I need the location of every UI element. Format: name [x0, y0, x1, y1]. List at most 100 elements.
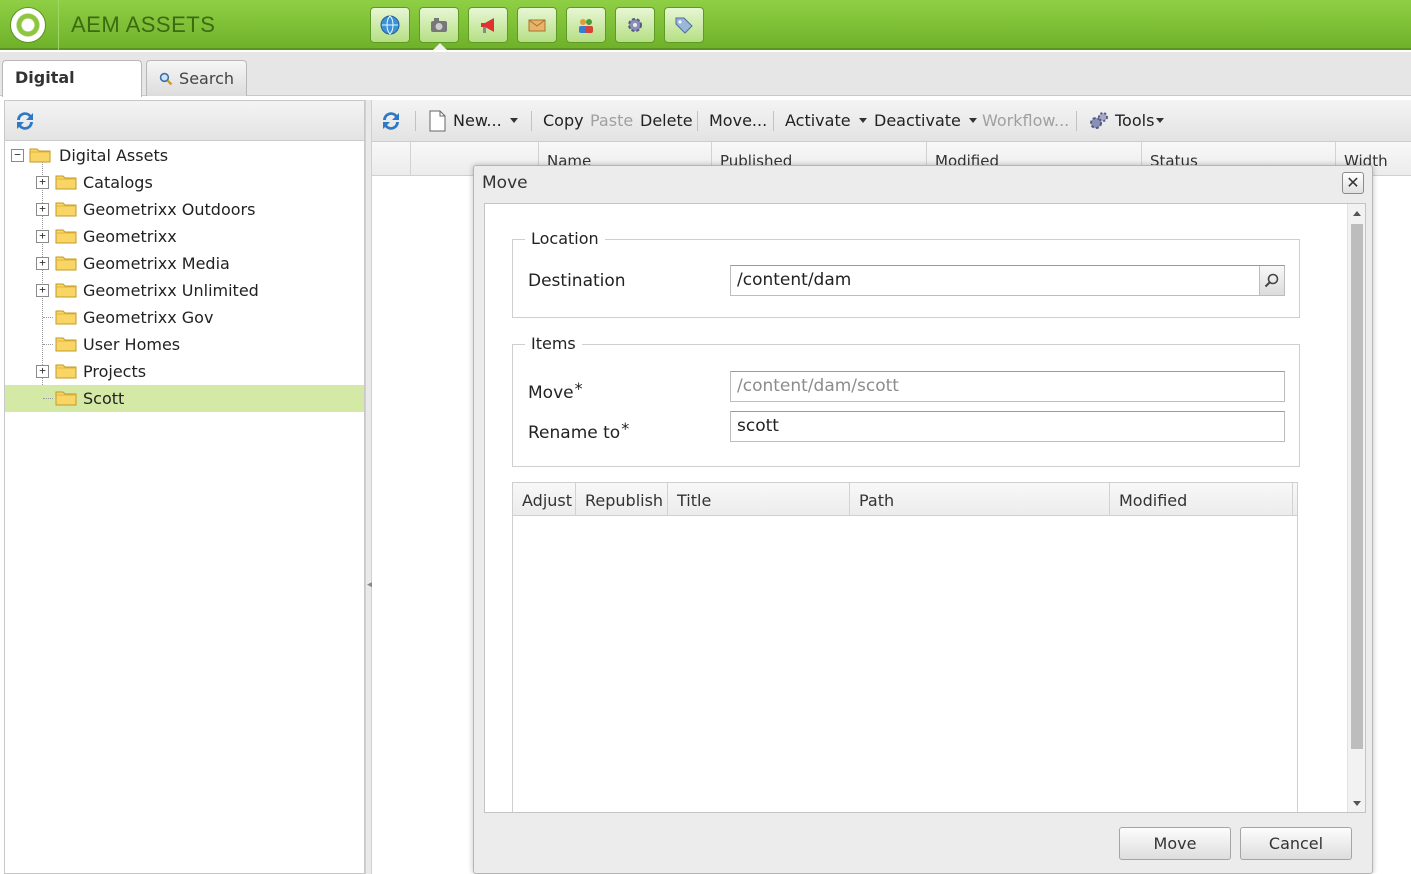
destination-browse-button[interactable]: [1259, 266, 1284, 295]
search-icon: [1264, 273, 1279, 287]
destination-value: /content/dam: [737, 270, 852, 290]
tree-item[interactable]: + Geometrixx Unlimited: [5, 277, 364, 304]
chevron-down-icon: [509, 118, 518, 123]
ref-col-republish[interactable]: Republish: [576, 483, 668, 515]
tab-search-label: Search: [179, 68, 234, 88]
tree-item-label: Geometrixx Gov: [83, 308, 214, 327]
tree-item[interactable]: Geometrixx Gov: [5, 304, 364, 331]
expand-icon[interactable]: +: [36, 284, 49, 297]
assets-nav-button[interactable]: [419, 7, 459, 50]
folder-tree-panel: − Digital Assets + Catalogs + Geometrixx Outd…: [4, 100, 365, 874]
rename-field[interactable]: scott: [730, 411, 1285, 442]
tab-digital-assets[interactable]: Digital Assets: [2, 60, 142, 121]
panel-splitter[interactable]: ◀: [365, 100, 374, 874]
delete-button[interactable]: Delete: [640, 111, 693, 130]
tag-nav-button[interactable]: [664, 7, 704, 43]
top-header-bar: AEM ASSETS: [0, 0, 1411, 50]
ref-col-adjust[interactable]: Adjust: [513, 483, 576, 515]
ref-col-path[interactable]: Path: [850, 483, 1110, 515]
folder-icon: [55, 391, 77, 406]
destination-label: Destination: [528, 271, 626, 291]
tree-item[interactable]: + Geometrixx Outdoors: [5, 196, 364, 223]
items-legend: Items: [525, 334, 582, 353]
tree-item-label: Geometrixx: [83, 227, 177, 246]
location-fieldset: Location Destination /content/dam: [512, 229, 1300, 318]
folder-icon: [55, 310, 77, 325]
move-button[interactable]: Move...: [709, 111, 767, 130]
users-nav-button[interactable]: [566, 7, 606, 43]
tree-item[interactable]: + Projects: [5, 358, 364, 385]
workflow-button[interactable]: Workflow...: [982, 111, 1069, 130]
tree-item[interactable]: User Homes: [5, 331, 364, 358]
items-fieldset: Items Move* /content/dam/scott Rename to…: [512, 334, 1300, 467]
dialog-body: Location Destination /content/dam Items …: [484, 203, 1366, 813]
move-label: Move*: [528, 379, 583, 403]
required-mark: *: [621, 419, 630, 438]
new-button-label: New...: [453, 111, 502, 130]
copy-button[interactable]: Copy: [543, 111, 584, 130]
inbox-nav-button[interactable]: [517, 7, 557, 43]
move-dialog: Move ✕ Location Destination /content/dam…: [473, 165, 1373, 874]
tree-item-label: Digital Assets: [59, 146, 169, 165]
tools-button[interactable]: Tools: [1115, 111, 1165, 130]
location-legend: Location: [525, 229, 605, 248]
required-mark: *: [574, 379, 583, 398]
new-button[interactable]: New...: [453, 111, 518, 130]
scrollbar-thumb[interactable]: [1351, 224, 1363, 749]
references-grid: Adjust Republish Title Path Modified: [512, 482, 1298, 812]
tree-item[interactable]: + Geometrixx Media: [5, 250, 364, 277]
tools-icon: [628, 18, 642, 32]
folder-icon: [55, 337, 77, 352]
move-confirm-button[interactable]: Move: [1119, 827, 1231, 860]
expand-icon[interactable]: +: [36, 257, 49, 270]
tree-item-label: User Homes: [83, 335, 181, 354]
dialog-scrollbar[interactable]: [1347, 204, 1365, 812]
deactivate-button-label: Deactivate: [874, 111, 961, 130]
tools-icon: [1090, 112, 1108, 129]
refresh-icon[interactable]: [13, 109, 37, 133]
users-icon: [579, 19, 593, 33]
expand-icon[interactable]: +: [36, 230, 49, 243]
assets-icon: [431, 18, 447, 32]
activate-button[interactable]: Activate: [785, 111, 867, 130]
nav-icon-bar: [370, 7, 704, 50]
expand-icon[interactable]: +: [36, 203, 49, 216]
paste-button[interactable]: Paste: [590, 111, 633, 130]
assets-toolbar: New... Copy Paste Delete Move... Activat…: [372, 100, 1411, 142]
collapse-icon[interactable]: −: [11, 149, 24, 162]
deactivate-button[interactable]: Deactivate: [874, 111, 977, 130]
tree-item-label: Geometrixx Unlimited: [83, 281, 259, 300]
globe-icon: [380, 15, 400, 35]
tab-search[interactable]: Search: [146, 60, 247, 96]
tree-item[interactable]: Scott: [5, 385, 364, 412]
destination-field[interactable]: /content/dam: [730, 265, 1285, 296]
close-icon[interactable]: ✕: [1342, 172, 1364, 194]
search-icon: [159, 72, 173, 85]
folder-icon: [29, 148, 51, 163]
tree-item-label: Geometrixx Media: [83, 254, 230, 273]
chevron-down-icon: [968, 118, 977, 123]
aem-logo[interactable]: [10, 7, 46, 43]
toolbar-separator: [773, 111, 774, 131]
scroll-up-icon[interactable]: [1353, 211, 1361, 216]
globe-nav-button[interactable]: [370, 7, 410, 43]
ref-col-title[interactable]: Title: [668, 483, 850, 515]
tree-item[interactable]: + Geometrixx: [5, 223, 364, 250]
expand-icon[interactable]: +: [36, 176, 49, 189]
tree-guide-line: [43, 317, 53, 318]
refresh-icon[interactable]: [379, 109, 403, 133]
references-grid-header: Adjust Republish Title Path Modified: [513, 483, 1297, 516]
ref-col-modified[interactable]: Modified: [1110, 483, 1293, 515]
folder-icon: [55, 229, 77, 244]
chevron-down-icon: [1156, 118, 1165, 123]
campaign-nav-button[interactable]: [468, 7, 508, 43]
cancel-button[interactable]: Cancel: [1240, 827, 1352, 860]
tree-item-digital-assets[interactable]: − Digital Assets: [5, 142, 364, 169]
tools-nav-button[interactable]: [615, 7, 655, 43]
scroll-down-icon[interactable]: [1353, 801, 1361, 806]
tree-item[interactable]: + Catalogs: [5, 169, 364, 196]
inbox-icon: [528, 19, 546, 32]
activate-button-label: Activate: [785, 111, 851, 130]
rename-label: Rename to*: [528, 419, 629, 443]
expand-icon[interactable]: +: [36, 365, 49, 378]
